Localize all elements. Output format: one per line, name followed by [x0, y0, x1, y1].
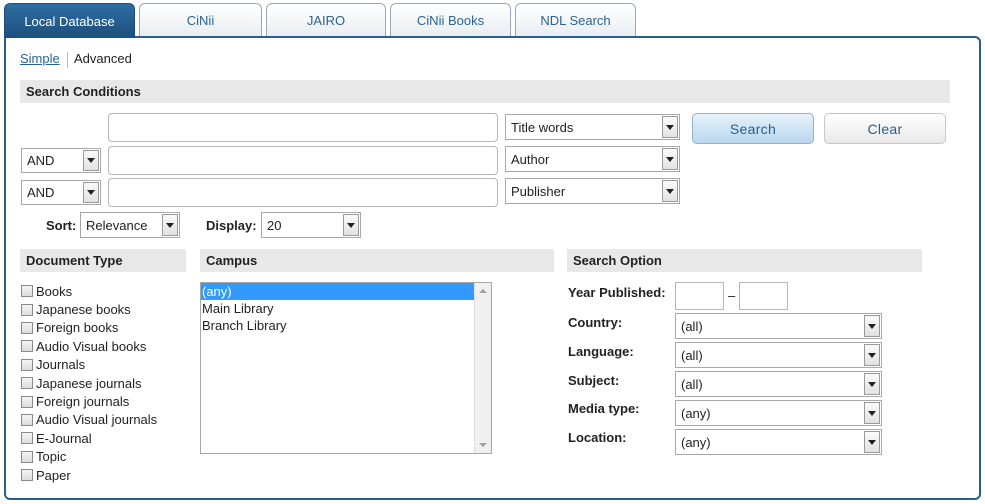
field-select-1-value: Title words — [511, 119, 574, 135]
campus-option-any[interactable]: (any) — [201, 283, 474, 300]
chevron-down-icon — [83, 150, 99, 171]
checkbox[interactable] — [21, 340, 33, 353]
location-label: Location: — [568, 430, 627, 445]
media-type-select[interactable]: (any) — [675, 400, 882, 426]
media-type-select-value: (any) — [681, 405, 711, 421]
display-label: Display: — [206, 218, 257, 233]
document-type-foreign-journals[interactable]: Foreign journals — [21, 392, 191, 410]
field-select-2-value: Author — [511, 151, 550, 167]
location-select[interactable]: (any) — [675, 429, 882, 455]
field-select-1[interactable]: Title words — [505, 114, 680, 140]
tab-local-database[interactable]: Local Database — [4, 3, 135, 38]
operator-select-2-value: AND — [27, 153, 55, 168]
chevron-down-icon — [662, 148, 678, 170]
checkbox[interactable] — [21, 432, 33, 445]
chevron-down-icon — [864, 402, 880, 424]
year-to-input[interactable] — [739, 282, 788, 310]
checkbox[interactable] — [21, 285, 33, 298]
chevron-down-icon — [864, 373, 880, 395]
search-panel: Simple Advanced Search Conditions Title … — [4, 36, 981, 500]
document-type-header: Document Type — [20, 249, 186, 272]
document-type-journals[interactable]: Journals — [21, 356, 191, 374]
chevron-down-icon — [343, 214, 359, 236]
field-select-3[interactable]: Publisher — [505, 178, 680, 204]
checkbox[interactable] — [21, 413, 33, 426]
document-type-title: Document Type — [26, 253, 123, 268]
subject-select[interactable]: (all) — [675, 371, 882, 397]
year-from-input[interactable] — [675, 282, 724, 310]
checkbox[interactable] — [21, 450, 33, 463]
year-range-separator: – — [728, 288, 736, 303]
country-select[interactable]: (all) — [675, 313, 882, 339]
advanced-mode-label: Advanced — [74, 51, 132, 66]
field-select-3-value: Publisher — [511, 183, 566, 199]
checkbox[interactable] — [21, 469, 33, 482]
keyword-input-3[interactable] — [108, 178, 498, 207]
document-type-e-journal[interactable]: E-Journal — [21, 429, 191, 447]
language-select[interactable]: (all) — [675, 342, 882, 368]
campus-header: Campus — [200, 249, 554, 272]
checkbox[interactable] — [21, 303, 33, 316]
campus-scrollbar[interactable] — [474, 283, 491, 453]
operator-select-2[interactable]: AND — [21, 148, 101, 173]
chevron-down-icon — [864, 344, 880, 366]
document-type-paper[interactable]: Paper — [21, 466, 191, 484]
country-label: Country: — [568, 315, 623, 330]
chevron-down-icon — [662, 116, 678, 138]
document-type-list: Books Japanese books Foreign books Audio… — [21, 282, 191, 484]
search-option-title: Search Option — [573, 253, 662, 268]
sort-select-value: Relevance — [86, 217, 148, 233]
language-select-value: (all) — [681, 347, 703, 363]
operator-select-3-value: AND — [27, 185, 55, 200]
checkbox[interactable] — [21, 358, 33, 371]
tab-cinii-books[interactable]: CiNii Books — [390, 3, 511, 37]
display-select[interactable]: 20 — [261, 212, 361, 238]
document-type-japanese-books[interactable]: Japanese books — [21, 300, 191, 318]
campus-option-main-library[interactable]: Main Library — [201, 300, 474, 317]
year-published-label: Year Published: — [568, 285, 666, 300]
search-conditions-header: Search Conditions — [20, 80, 950, 103]
mode-divider — [67, 52, 68, 68]
field-select-2[interactable]: Author — [505, 146, 680, 172]
chevron-down-icon — [83, 182, 99, 203]
tab-jairo[interactable]: JAIRO — [266, 3, 386, 37]
checkbox[interactable] — [21, 321, 33, 334]
chevron-down-icon — [162, 214, 178, 236]
display-select-value: 20 — [267, 217, 282, 233]
operator-select-3[interactable]: AND — [21, 180, 101, 205]
document-type-audio-visual-journals[interactable]: Audio Visual journals — [21, 411, 191, 429]
clear-button[interactable]: Clear — [824, 113, 946, 144]
document-type-topic[interactable]: Topic — [21, 448, 191, 466]
scroll-up-icon[interactable] — [479, 289, 487, 293]
campus-listbox[interactable]: (any) Main Library Branch Library — [200, 282, 492, 454]
campus-option-branch-library[interactable]: Branch Library — [201, 317, 474, 334]
media-type-label: Media type: — [568, 401, 640, 416]
tab-cinii[interactable]: CiNii — [139, 3, 262, 37]
document-type-japanese-journals[interactable]: Japanese journals — [21, 374, 191, 392]
campus-title: Campus — [206, 253, 258, 268]
search-button[interactable]: Search — [692, 113, 814, 144]
subject-label: Subject: — [568, 373, 620, 388]
search-option-header: Search Option — [567, 249, 922, 272]
simple-mode-link[interactable]: Simple — [20, 51, 60, 66]
chevron-down-icon — [864, 431, 880, 453]
location-select-value: (any) — [681, 434, 711, 450]
chevron-down-icon — [864, 315, 880, 337]
keyword-input-1[interactable] — [108, 113, 498, 142]
document-type-audio-visual-books[interactable]: Audio Visual books — [21, 337, 191, 355]
document-type-books[interactable]: Books — [21, 282, 191, 300]
sort-select[interactable]: Relevance — [80, 212, 180, 238]
scroll-down-icon[interactable] — [479, 443, 487, 447]
checkbox[interactable] — [21, 377, 33, 390]
subject-select-value: (all) — [681, 376, 703, 392]
sort-label: Sort: — [46, 218, 77, 233]
keyword-input-2[interactable] — [108, 146, 498, 175]
search-conditions-title: Search Conditions — [26, 84, 141, 99]
checkbox[interactable] — [21, 395, 33, 408]
tab-ndl-search[interactable]: NDL Search — [515, 3, 636, 37]
country-select-value: (all) — [681, 318, 703, 334]
document-type-foreign-books[interactable]: Foreign books — [21, 319, 191, 337]
language-label: Language: — [568, 344, 634, 359]
chevron-down-icon — [662, 180, 678, 202]
